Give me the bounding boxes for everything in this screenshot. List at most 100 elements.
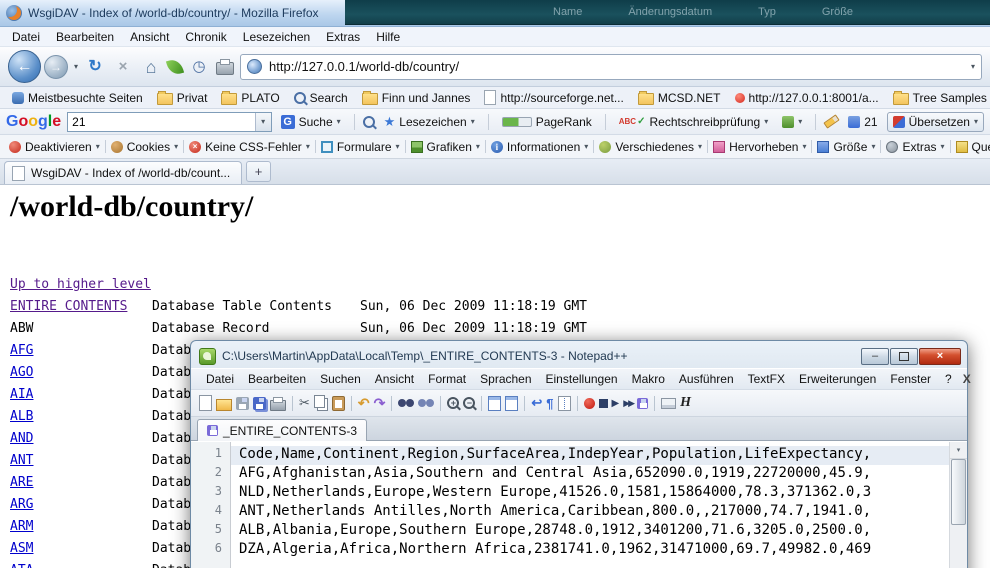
menu-chronik[interactable]: Chronik [177, 28, 234, 46]
webdev-extras[interactable]: Extras▾ [881, 140, 949, 154]
sync-horizontal-icon[interactable] [505, 396, 518, 411]
maximize-button[interactable] [890, 348, 918, 365]
redo-icon[interactable]: ↷ [374, 395, 386, 412]
entry-link[interactable]: ARM [10, 516, 152, 538]
npp-menu-ausfuehren[interactable]: Ausführen [672, 372, 741, 386]
scroll-up-icon[interactable]: ▾ [950, 442, 967, 459]
bookmark-privat[interactable]: Privat [151, 91, 214, 105]
show-all-characters-icon[interactable]: ¶ [546, 396, 553, 411]
doc-switcher-icon[interactable] [661, 398, 676, 409]
tab-wsgidav[interactable]: WsgiDAV - Index of /world-db/count... [4, 161, 242, 184]
close-button[interactable]: × [919, 348, 961, 365]
npp-menu-hilfe[interactable]: ? [938, 372, 959, 386]
npp-menu-einstellungen[interactable]: Einstellungen [539, 372, 625, 386]
save-icon[interactable] [236, 397, 249, 410]
npp-menu-ansicht[interactable]: Ansicht [368, 372, 421, 386]
webdev-formulare[interactable]: Formulare▾ [316, 140, 405, 154]
translate-button[interactable]: Übersetzen ▾ [887, 112, 984, 132]
entry-link[interactable]: AND [10, 428, 152, 450]
google-search-button[interactable]: G Suche ▾ [276, 113, 346, 131]
macro-run-multiple-icon[interactable]: ▶▶ [623, 398, 633, 409]
entry-link[interactable]: ABW [10, 318, 152, 340]
npp-menu-format[interactable]: Format [421, 372, 473, 386]
entry-link[interactable]: ARE [10, 472, 152, 494]
npp-menu-sprachen[interactable]: Sprachen [473, 372, 538, 386]
webdev-verschiedenes[interactable]: Verschiedenes▾ [594, 140, 707, 154]
minimize-button[interactable]: – [861, 348, 889, 365]
back-button[interactable]: ← [8, 50, 41, 83]
google-search-input[interactable] [68, 115, 254, 129]
npp-menu-datei[interactable]: Datei [199, 372, 241, 386]
open-file-icon[interactable] [216, 399, 232, 411]
google-search-history-dropdown[interactable]: ▾ [255, 113, 271, 131]
save-all-icon[interactable] [253, 397, 266, 410]
npp-menu-makro[interactable]: Makro [625, 372, 672, 386]
spellcheck-button[interactable]: ABC ✓ Rechtschreibprüfung ▾ [614, 113, 773, 131]
menu-ansicht[interactable]: Ansicht [122, 28, 177, 46]
url-input[interactable] [267, 58, 966, 75]
npp-menu-fenster[interactable]: Fenster [883, 372, 938, 386]
forward-button[interactable]: → [44, 55, 68, 79]
entry-link[interactable]: ANT [10, 450, 152, 472]
notepadpp-titlebar[interactable]: C:\Users\Martin\AppData\Local\Temp\_ENTI… [191, 341, 967, 368]
stop-button[interactable]: × [112, 56, 134, 78]
entry-link[interactable]: AGO [10, 362, 152, 384]
up-to-higher-level-link[interactable]: Up to higher level [10, 274, 587, 296]
entry-link[interactable]: ALB [10, 406, 152, 428]
replace-icon[interactable] [418, 398, 434, 408]
webdev-groesse[interactable]: Größe▾ [812, 140, 880, 154]
webdev-hervorheben[interactable]: Hervorheben▾ [708, 140, 811, 154]
npp-menu-suchen[interactable]: Suchen [313, 372, 368, 386]
webdev-grafiken[interactable]: Grafiken▾ [406, 140, 485, 154]
word-find-counter[interactable]: 21 [843, 113, 882, 131]
npp-menu-textfx[interactable]: TextFX [741, 372, 792, 386]
sync-vertical-icon[interactable] [488, 396, 501, 411]
entry-link[interactable]: AIA [10, 384, 152, 406]
bookmark-search[interactable]: Search [288, 91, 354, 105]
npp-tab-entire-contents[interactable]: _ENTIRE_CONTENTS-3 [197, 419, 367, 441]
print-icon[interactable] [270, 400, 286, 411]
highlight-search-icon[interactable] [363, 116, 375, 128]
webdev-cookies[interactable]: Cookies▾ [106, 140, 183, 154]
history-dropdown[interactable]: ▾ [74, 62, 78, 71]
refresh-button[interactable]: ↻ [84, 56, 106, 78]
sage-feather-icon[interactable] [166, 57, 184, 77]
webdev-deaktivieren[interactable]: Deaktivieren▾ [4, 140, 105, 154]
editor-text[interactable]: Code,Name,Continent,Region,SurfaceArea,I… [231, 442, 967, 568]
history-clock-button[interactable]: ◷ [188, 56, 210, 78]
new-file-icon[interactable] [199, 395, 212, 411]
menu-bearbeiten[interactable]: Bearbeiten [48, 28, 122, 46]
html-preview-icon[interactable]: H [680, 395, 691, 411]
vertical-scrollbar[interactable]: ▾ [949, 442, 967, 568]
url-dropdown[interactable]: ▾ [971, 62, 975, 71]
scrollbar-thumb[interactable] [951, 459, 966, 525]
webdev-informationen[interactable]: iInformationen▾ [486, 140, 593, 154]
menu-extras[interactable]: Extras [318, 28, 368, 46]
entry-link[interactable]: ATA [10, 560, 152, 568]
bookmark-finn-und-jannes[interactable]: Finn und Jannes [356, 91, 477, 105]
url-bar[interactable]: ▾ [240, 54, 982, 80]
cut-icon[interactable]: ✂ [299, 395, 310, 411]
npp-menu-erweiterungen[interactable]: Erweiterungen [792, 372, 883, 386]
menu-datei[interactable]: Datei [4, 28, 48, 46]
bookmark-mcsd-net[interactable]: MCSD.NET [632, 91, 727, 105]
entry-link[interactable]: ARG [10, 494, 152, 516]
zoom-out-icon[interactable]: − [463, 397, 475, 409]
home-button[interactable]: ⌂ [140, 56, 162, 78]
bookmark-localhost-8001[interactable]: http://127.0.0.1:8001/a... [729, 91, 885, 105]
autofill-button[interactable]: ▾ [777, 114, 807, 130]
menu-lesezeichen[interactable]: Lesezeichen [235, 28, 318, 46]
find-icon[interactable] [398, 398, 414, 408]
print-button[interactable] [216, 62, 234, 75]
entry-link[interactable]: ASM [10, 538, 152, 560]
highlighter-pen-icon[interactable] [824, 114, 840, 128]
pagerank-widget[interactable]: PageRank [497, 113, 597, 131]
google-bookmarks-button[interactable]: ★ Lesezeichen ▾ [379, 112, 480, 132]
notepadpp-editor[interactable]: 1 2 3 4 5 6 Code,Name,Continent,Region,S… [191, 441, 967, 568]
bookmark-plato[interactable]: PLATO [215, 91, 285, 105]
entry-link[interactable]: ENTIRE CONTENTS [10, 296, 152, 318]
new-tab-button[interactable]: + [246, 161, 271, 182]
word-wrap-icon[interactable]: ↩ [531, 395, 542, 411]
zoom-in-icon[interactable]: + [447, 397, 459, 409]
npp-doc-close-button[interactable]: X [959, 372, 975, 386]
